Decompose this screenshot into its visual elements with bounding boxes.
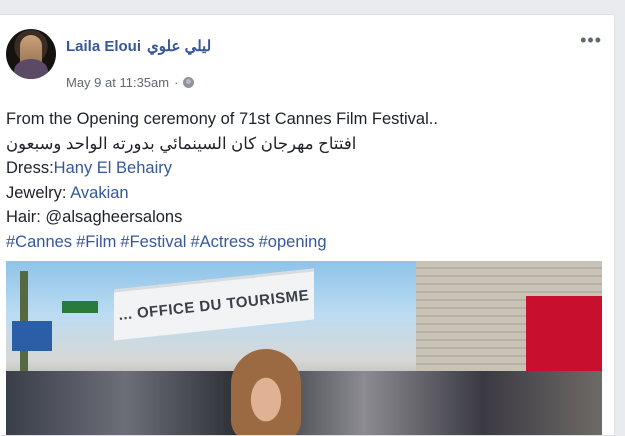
author-name[interactable]: Laila Eloui <box>66 38 141 55</box>
post-line-english: From the Opening ceremony of 71st Cannes… <box>6 110 438 128</box>
jewelry-label: Jewelry: <box>6 183 71 202</box>
hashtag-link[interactable]: #Cannes <box>6 233 72 251</box>
post-photo[interactable]: ... OFFICE DU TOURISME <box>6 261 602 435</box>
dress-credit: Dress:Hany El Behairy <box>6 156 606 181</box>
photo-green-sign <box>62 301 98 313</box>
hashtag-link[interactable]: #Actress <box>190 233 254 251</box>
photo-crowd <box>6 371 602 435</box>
dress-label: Dress: <box>6 159 54 177</box>
hashtag-link[interactable]: #Festival <box>120 233 186 251</box>
hashtag-link[interactable]: #Film <box>76 233 116 251</box>
photo-subject <box>231 349 301 435</box>
meta-separator: · <box>174 75 179 90</box>
jewelry-link[interactable]: Avakian <box>70 184 128 202</box>
dress-designer-link[interactable]: Hany El Behairy <box>54 159 172 177</box>
post-card: Laila Eloui ليلي علوي May 9 at 11:35am · … <box>0 14 615 436</box>
avatar-dress <box>14 59 48 79</box>
photo-sign-prefix: ... <box>117 305 134 324</box>
hashtag-link[interactable]: #opening <box>259 233 327 251</box>
globe-icon[interactable] <box>183 77 195 88</box>
author-name-row[interactable]: Laila Eloui ليلي علوي <box>66 37 211 55</box>
more-options-icon[interactable]: ••• <box>580 31 602 49</box>
author-avatar[interactable] <box>6 29 56 79</box>
jewelry-credit: Jewelry: Avakian <box>6 181 606 206</box>
post-text: From the Opening ceremony of 71st Cannes… <box>6 107 606 254</box>
photo-blue-sign <box>12 321 52 351</box>
post-timestamp[interactable]: May 9 at 11:35am <box>66 75 169 90</box>
post-line-arabic: افتتاح مهرجان كان السينمائي بدورته الواح… <box>6 134 357 153</box>
hair-credit: Hair: @alsagheersalons <box>6 208 183 226</box>
hashtag-row: #Cannes #Film #Festival #Actress #opening <box>6 230 606 255</box>
author-name-arabic[interactable]: ليلي علوي <box>147 38 211 55</box>
post-meta: May 9 at 11:35am · <box>66 75 195 90</box>
